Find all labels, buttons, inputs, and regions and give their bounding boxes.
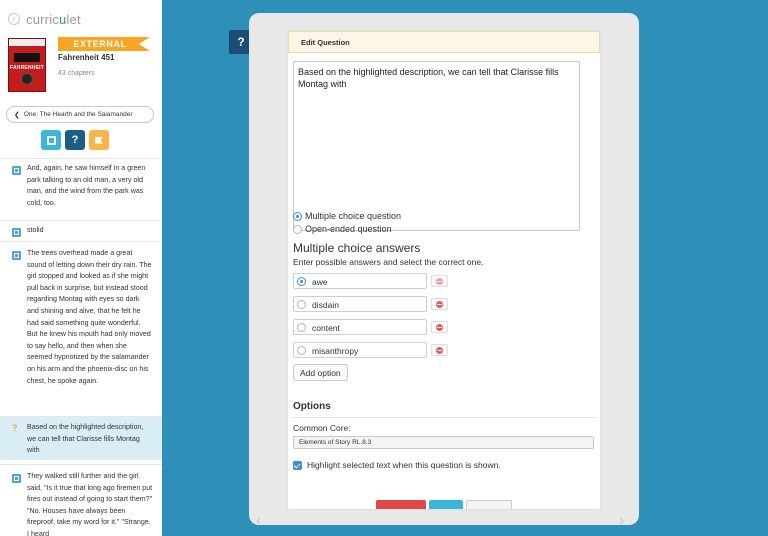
answer-input[interactable]: content	[293, 319, 427, 335]
common-core-select[interactable]: Elements of Story RL.8.3	[293, 436, 594, 449]
logo-row: ‹ curriculet	[8, 10, 81, 28]
type-multiple-option[interactable]: Multiple choice question	[293, 211, 401, 221]
chapter-count: 43 chapters	[58, 70, 95, 77]
sidebar: ‹ curriculet FAHRENHEIT EXTERNAL Fahrenh…	[0, 0, 162, 536]
question-textarea[interactable]	[293, 61, 580, 231]
answer-option: content	[293, 319, 448, 335]
correct-answer-radio[interactable]	[297, 323, 306, 332]
image-icon	[12, 474, 21, 483]
delete-option-button[interactable]	[431, 275, 448, 287]
delete-option-button[interactable]	[431, 298, 448, 310]
minus-circle-icon	[436, 323, 443, 331]
type-open-option[interactable]: Open-ended question	[293, 224, 392, 234]
minus-circle-icon	[436, 277, 443, 285]
question-icon: ?	[71, 134, 79, 146]
list-item-selected-question[interactable]: ? Based on the highlighted description, …	[0, 416, 162, 460]
correct-answer-radio[interactable]	[297, 277, 306, 286]
text-block-icon	[12, 228, 21, 237]
question-icon: ?	[237, 35, 245, 49]
chapter-select-button[interactable]: ❮ One: The Hearth and the Salamander	[6, 106, 154, 123]
external-badge: EXTERNAL	[58, 37, 150, 51]
radio-unselected[interactable]	[293, 224, 302, 234]
delete-option-button[interactable]	[431, 321, 448, 333]
correct-answer-radio[interactable]	[297, 346, 306, 355]
square-icon	[46, 135, 56, 145]
answer-input[interactable]: misanthropy	[293, 342, 427, 358]
delete-button[interactable]	[376, 500, 426, 509]
answer-option: misanthropy	[293, 342, 448, 358]
book-title: Fahrenheit 451	[58, 53, 115, 62]
list-item[interactable]: And, again, he saw himself in a green pa…	[0, 158, 162, 220]
cancel-button[interactable]	[466, 500, 512, 509]
chevron-left-icon: ❮	[14, 111, 20, 119]
chapter-label: One: The Hearth and the Salamander	[23, 111, 133, 118]
edit-question-dialog: Edit Question Multiple choice question O…	[288, 31, 600, 509]
text-block-icon	[12, 166, 21, 175]
book-cover-image: FAHRENHEIT	[8, 38, 46, 92]
answer-input[interactable]: awe	[293, 273, 427, 289]
prev-arrow-icon[interactable]: ‹	[256, 512, 261, 530]
list-item[interactable]: They walked still further and the girl s…	[0, 464, 162, 536]
add-option-button[interactable]: Add option	[293, 364, 348, 381]
minus-circle-icon	[436, 346, 443, 354]
back-icon[interactable]: ‹	[8, 13, 20, 25]
mc-answers-heading: Multiple choice answers	[293, 241, 421, 255]
next-arrow-icon[interactable]: ›	[619, 512, 624, 530]
question-button[interactable]: ?	[65, 130, 85, 150]
sidebar-toolbar: ?	[41, 130, 109, 150]
app-logo[interactable]: curriculet	[26, 12, 81, 27]
options-heading: Options	[293, 401, 331, 412]
answer-option: awe	[293, 273, 448, 289]
question-icon: ?	[12, 423, 18, 433]
mc-answers-instructions: Enter possible answers and select the co…	[293, 257, 484, 267]
image-icon	[12, 251, 21, 260]
list-item[interactable]: stolid	[0, 220, 162, 241]
minus-circle-icon	[436, 300, 443, 308]
answer-input[interactable]: disdain	[293, 296, 427, 312]
save-button[interactable]	[429, 500, 463, 509]
correct-answer-radio[interactable]	[297, 300, 306, 309]
highlight-option[interactable]: Highlight selected text when this questi…	[293, 460, 501, 470]
radio-selected[interactable]	[293, 211, 302, 221]
flag-icon	[95, 136, 103, 144]
flag-button[interactable]	[89, 130, 109, 150]
text-block-button[interactable]	[41, 130, 61, 150]
highlight-checkbox[interactable]	[293, 460, 302, 470]
dialog-title: Edit Question	[288, 31, 600, 53]
divider	[293, 417, 595, 418]
list-item[interactable]: The trees overhead made a great sound of…	[0, 241, 162, 413]
answer-option: disdain	[293, 296, 448, 312]
delete-option-button[interactable]	[431, 344, 448, 356]
common-core-label: Common Core:	[293, 423, 351, 433]
